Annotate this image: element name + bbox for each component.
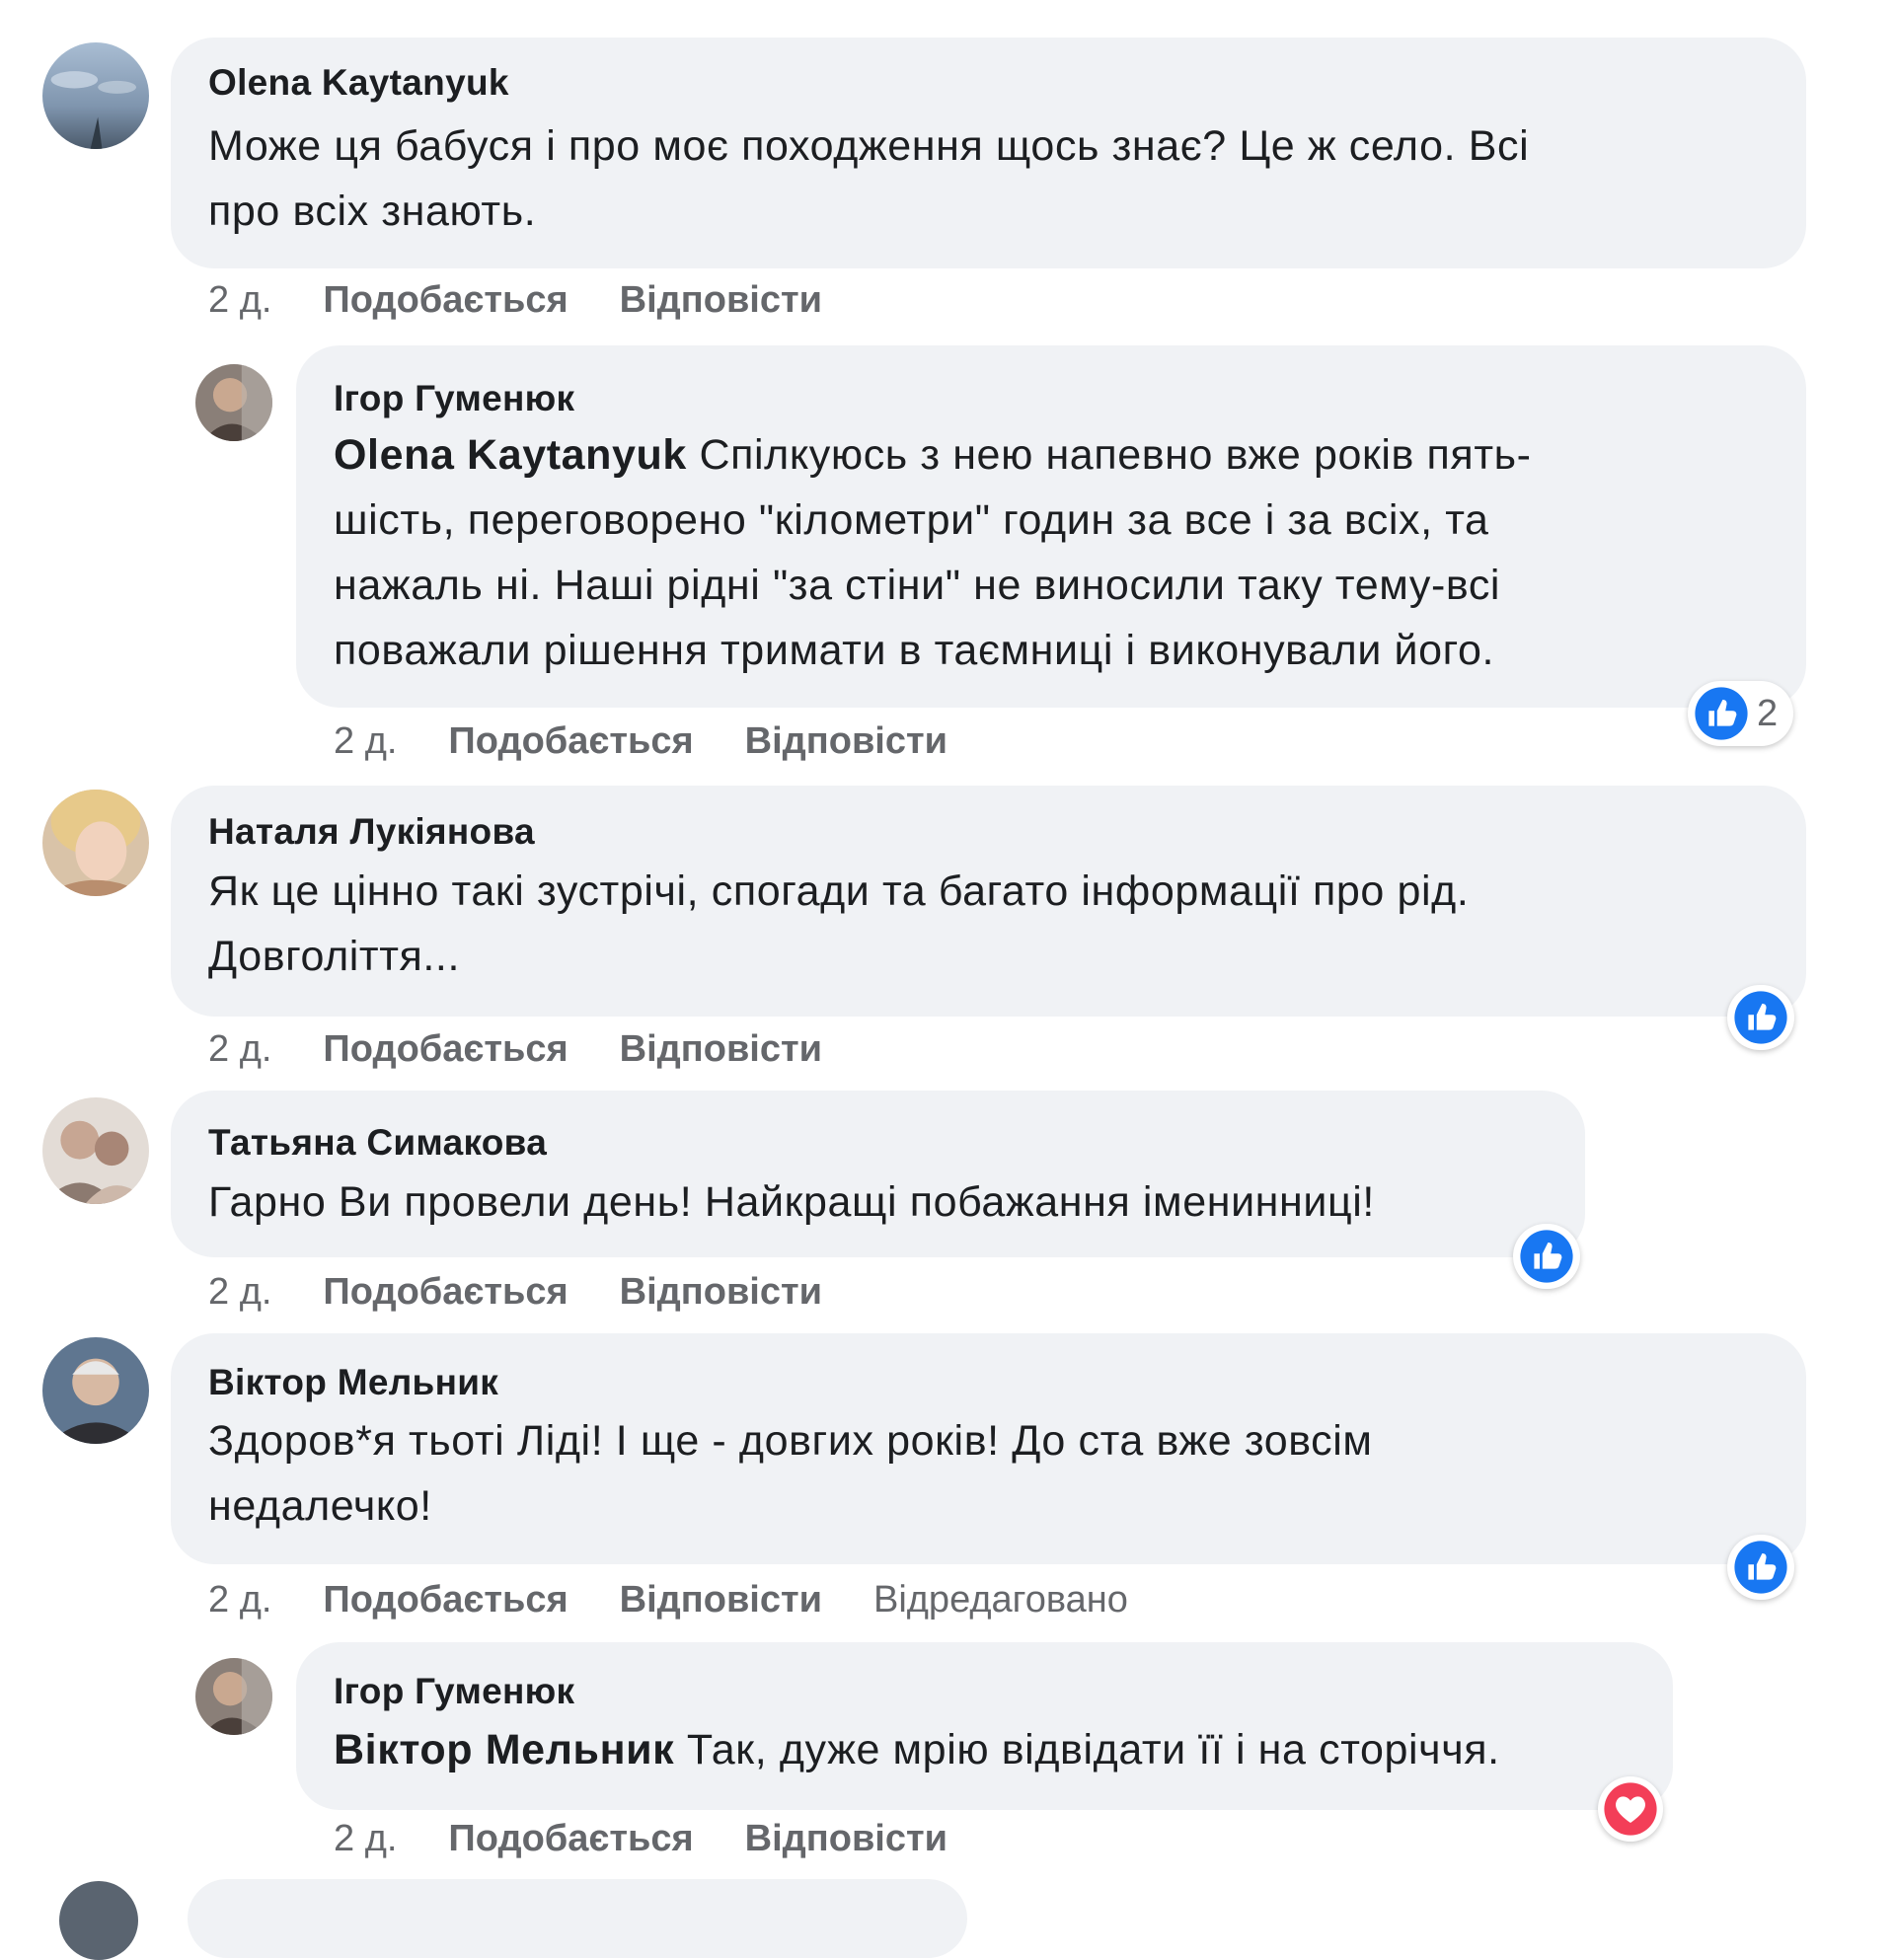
reaction-summary[interactable]: [1513, 1224, 1580, 1289]
comment-actions: 2 д. Подобається Відповісти: [208, 279, 873, 322]
reply-button[interactable]: Відповісти: [620, 279, 822, 321]
avatar[interactable]: [42, 790, 149, 896]
like-icon: [1734, 1541, 1787, 1594]
reply-button[interactable]: Відповісти: [620, 1271, 822, 1313]
like-button[interactable]: Подобається: [323, 1579, 568, 1621]
avatar-photo: [195, 364, 272, 441]
comment-author[interactable]: Olena Kaytanyuk: [208, 62, 509, 104]
comment-text: Як це цінно такі зустрічі, спогади та ба…: [208, 859, 1469, 989]
avatar[interactable]: [42, 42, 149, 149]
comment-text-line: шість, переговорено "кілометри" годин за…: [334, 496, 1489, 544]
comment-actions: 2 д. Подобається Відповісти: [334, 720, 999, 763]
comment-text-line: недалечко!: [208, 1482, 432, 1530]
comment-actions: 2 д. Подобається Відповісти: [334, 1818, 999, 1860]
comment-actions: 2 д. Подобається Відповісти Відредаговано: [208, 1579, 1128, 1621]
comment-actions: 2 д. Подобається Відповісти: [208, 1028, 873, 1071]
comment-timestamp[interactable]: 2 д.: [208, 1579, 271, 1621]
mention-link[interactable]: Olena Kaytanyuk: [334, 431, 687, 479]
reaction-summary[interactable]: [1727, 1535, 1794, 1600]
comment-text-line: Довголіття...: [208, 933, 461, 980]
avatar[interactable]: [42, 1337, 149, 1444]
comment-author[interactable]: Татьяна Симакова: [208, 1122, 547, 1164]
comment-text-line: Здоров*я тьоті Ліді! І ще - довгих років…: [208, 1417, 1373, 1465]
comment-text-line: Може ця бабуся і про моє походження щось…: [208, 122, 1530, 170]
heart-icon: [1604, 1782, 1657, 1836]
like-icon: [1695, 687, 1748, 740]
like-button[interactable]: Подобається: [323, 279, 568, 321]
edited-label[interactable]: Відредаговано: [873, 1579, 1128, 1621]
comment-author[interactable]: Віктор Мельник: [208, 1362, 498, 1403]
comment-text-line: Гарно Ви провели день! Найкращі побажанн…: [208, 1178, 1375, 1226]
avatar[interactable]: [42, 1097, 149, 1204]
comment-author[interactable]: Ігор Гуменюк: [334, 1671, 574, 1712]
comment-text-line: Olena Kaytanyuk Спілкуюсь з нею напевно …: [334, 431, 1532, 479]
avatar-photo: [42, 1097, 149, 1204]
comment-text: Olena Kaytanyuk Спілкуюсь з нею напевно …: [334, 422, 1532, 683]
comment-text-line: Як це цінно такі зустрічі, спогади та ба…: [208, 867, 1470, 915]
like-icon: [1734, 991, 1787, 1044]
like-button[interactable]: Подобається: [448, 1818, 693, 1859]
mention-link[interactable]: Віктор Мельник: [334, 1726, 674, 1773]
comment-text-line: нажаль ні. Наші рідні "за стіни" не вино…: [334, 562, 1501, 609]
comment-text-line: поважали рішення тримати в таємниці і ви…: [334, 627, 1495, 674]
comment-text-line: про всіх знають.: [208, 188, 537, 235]
comment-timestamp[interactable]: 2 д.: [334, 720, 397, 762]
like-icon: [1520, 1230, 1573, 1283]
avatar-photo: [42, 1337, 149, 1444]
comment-actions: 2 д. Подобається Відповісти: [208, 1271, 873, 1314]
reply-button[interactable]: Відповісти: [745, 720, 948, 762]
avatar-photo: [195, 1658, 272, 1735]
comment-text: Здоров*я тьоті Ліді! І ще - довгих років…: [208, 1408, 1373, 1539]
reply-button[interactable]: Відповісти: [620, 1579, 822, 1621]
comment-timestamp[interactable]: 2 д.: [334, 1818, 397, 1859]
comment-author[interactable]: Ігор Гуменюк: [334, 378, 574, 419]
reply-button[interactable]: Відповісти: [745, 1818, 948, 1859]
like-button[interactable]: Подобається: [323, 1028, 568, 1070]
avatar-photo: [42, 42, 149, 149]
reaction-count: 2: [1757, 692, 1779, 734]
avatar[interactable]: [195, 364, 272, 441]
comment-text: Віктор Мельник Так, дуже мрію відвідати …: [334, 1717, 1500, 1782]
comment-bubble: [188, 1879, 967, 1958]
comment-text: Може ця бабуся і про моє походження щось…: [208, 113, 1529, 244]
reaction-summary[interactable]: [1727, 985, 1794, 1050]
avatar[interactable]: [59, 1881, 138, 1960]
reaction-summary[interactable]: 2: [1688, 681, 1794, 746]
comment-author[interactable]: Наталя Лукіянова: [208, 811, 535, 853]
avatar[interactable]: [195, 1658, 272, 1735]
reply-button[interactable]: Відповісти: [620, 1028, 822, 1070]
comment-text-line: Віктор Мельник Так, дуже мрію відвідати …: [334, 1726, 1500, 1773]
reaction-summary[interactable]: [1598, 1776, 1663, 1842]
like-button[interactable]: Подобається: [323, 1271, 568, 1313]
comment-text: Гарно Ви провели день! Найкращі побажанн…: [208, 1169, 1375, 1235]
comment-timestamp[interactable]: 2 д.: [208, 1028, 271, 1070]
like-button[interactable]: Подобається: [448, 720, 693, 762]
avatar-photo: [42, 790, 149, 896]
comment-timestamp[interactable]: 2 д.: [208, 279, 271, 321]
comment-timestamp[interactable]: 2 д.: [208, 1271, 271, 1313]
